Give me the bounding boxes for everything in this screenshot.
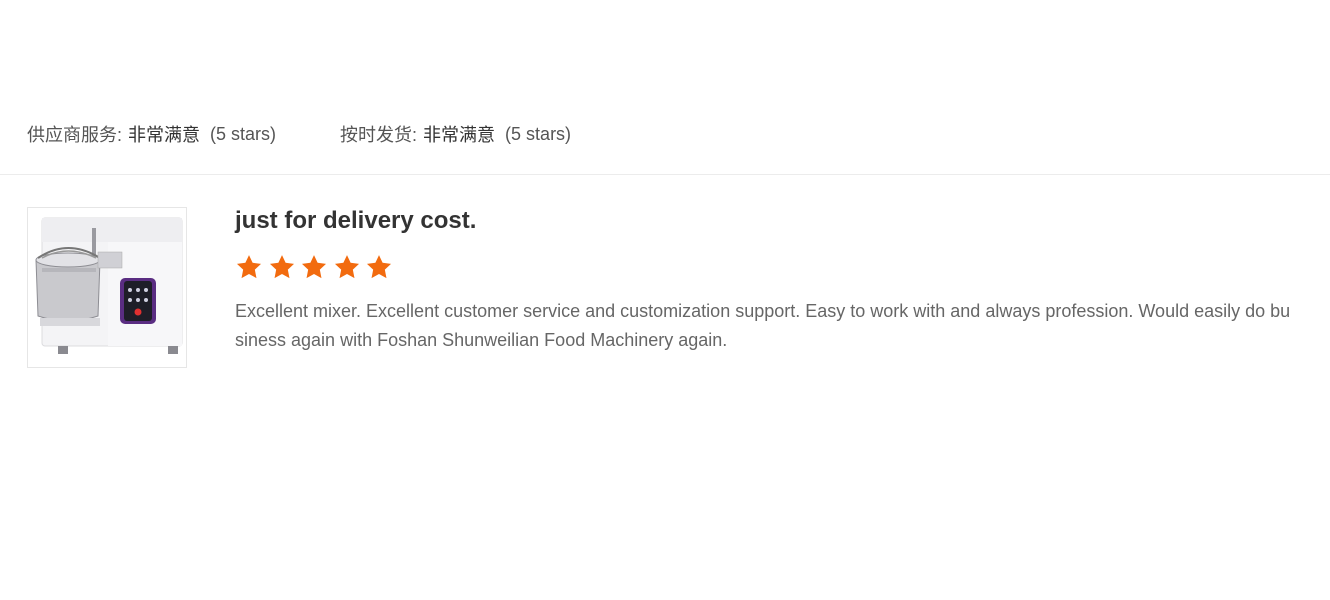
product-thumbnail[interactable] [27,207,187,368]
rating-supplier-service-value: 非常满意 [128,125,201,145]
review-title: just for delivery cost. [235,207,477,234]
rating-on-time-delivery-stars: (5 stars) [505,123,572,144]
rating-on-time-delivery: 按时发货: 非常满意 (5 stars) [340,121,571,147]
rating-supplier-service-stars: (5 stars) [210,123,277,144]
spiral-dough-mixer-image [35,217,183,354]
star-icon [334,255,359,279]
review-text: Excellent mixer. Excellent customer serv… [235,301,1291,350]
rating-supplier-service-label: 供应商服务: [27,125,123,145]
star-icon [366,255,392,279]
star-icon [236,255,262,279]
rating-on-time-delivery-label: 按时发货: [340,125,418,145]
ratings-summary: 供应商服务: 非常满意 (5 stars) 按时发货: 非常满意 (5 star… [27,120,571,148]
section-divider [0,174,1330,175]
review-star-rating [235,253,1295,281]
rating-on-time-delivery-value: 非常满意 [423,125,496,145]
rating-supplier-service: 供应商服务: 非常满意 (5 stars) [27,121,276,147]
star-icon [269,255,294,279]
star-icon [301,255,327,279]
review-content: just for delivery cost. Excellent mixer.… [235,207,1295,355]
